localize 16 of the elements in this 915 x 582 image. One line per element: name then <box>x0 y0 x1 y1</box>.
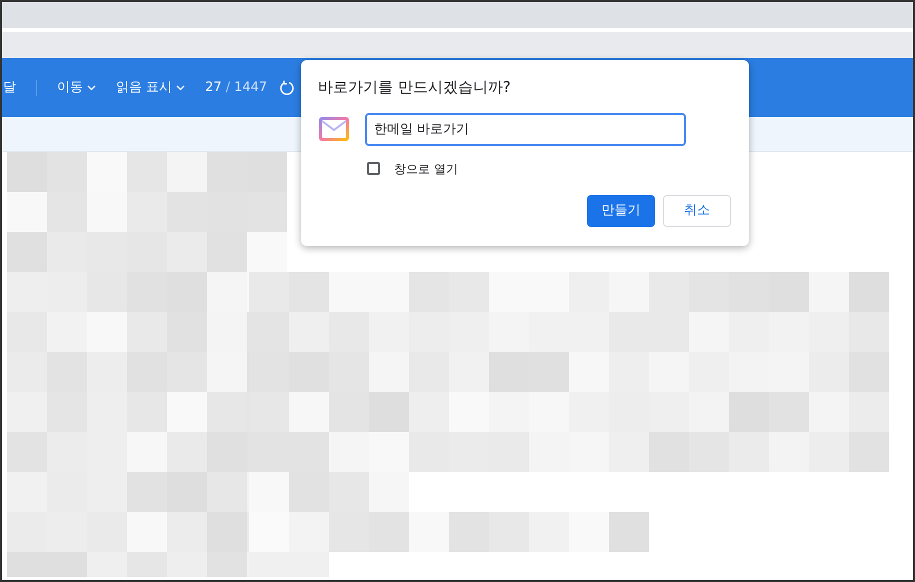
toolbar-menu-button[interactable]: 읽음 표시 <box>116 78 186 98</box>
checkbox-label: 창으로 열기 <box>394 160 458 178</box>
toolbar-label: 달 <box>2 78 16 97</box>
page-total: 1447 <box>234 78 268 97</box>
dialog-title: 바로가기를 만드시겠습니까? <box>318 77 512 98</box>
cancel-button[interactable]: 취소 <box>663 194 731 226</box>
chevron-down-icon <box>176 84 186 90</box>
page-separator: / <box>226 78 230 97</box>
chevron-down-icon <box>87 84 96 90</box>
mail-app-icon <box>318 115 350 143</box>
shortcut-name-field[interactable]: 한메일 바로가기 <box>365 112 686 146</box>
refresh-icon[interactable] <box>279 80 296 96</box>
toolbar-menu-button[interactable]: 이동 <box>57 78 96 98</box>
create-button[interactable]: 만들기 <box>587 194 655 226</box>
page-current: 27 <box>205 78 222 97</box>
checkbox[interactable] <box>367 162 380 175</box>
